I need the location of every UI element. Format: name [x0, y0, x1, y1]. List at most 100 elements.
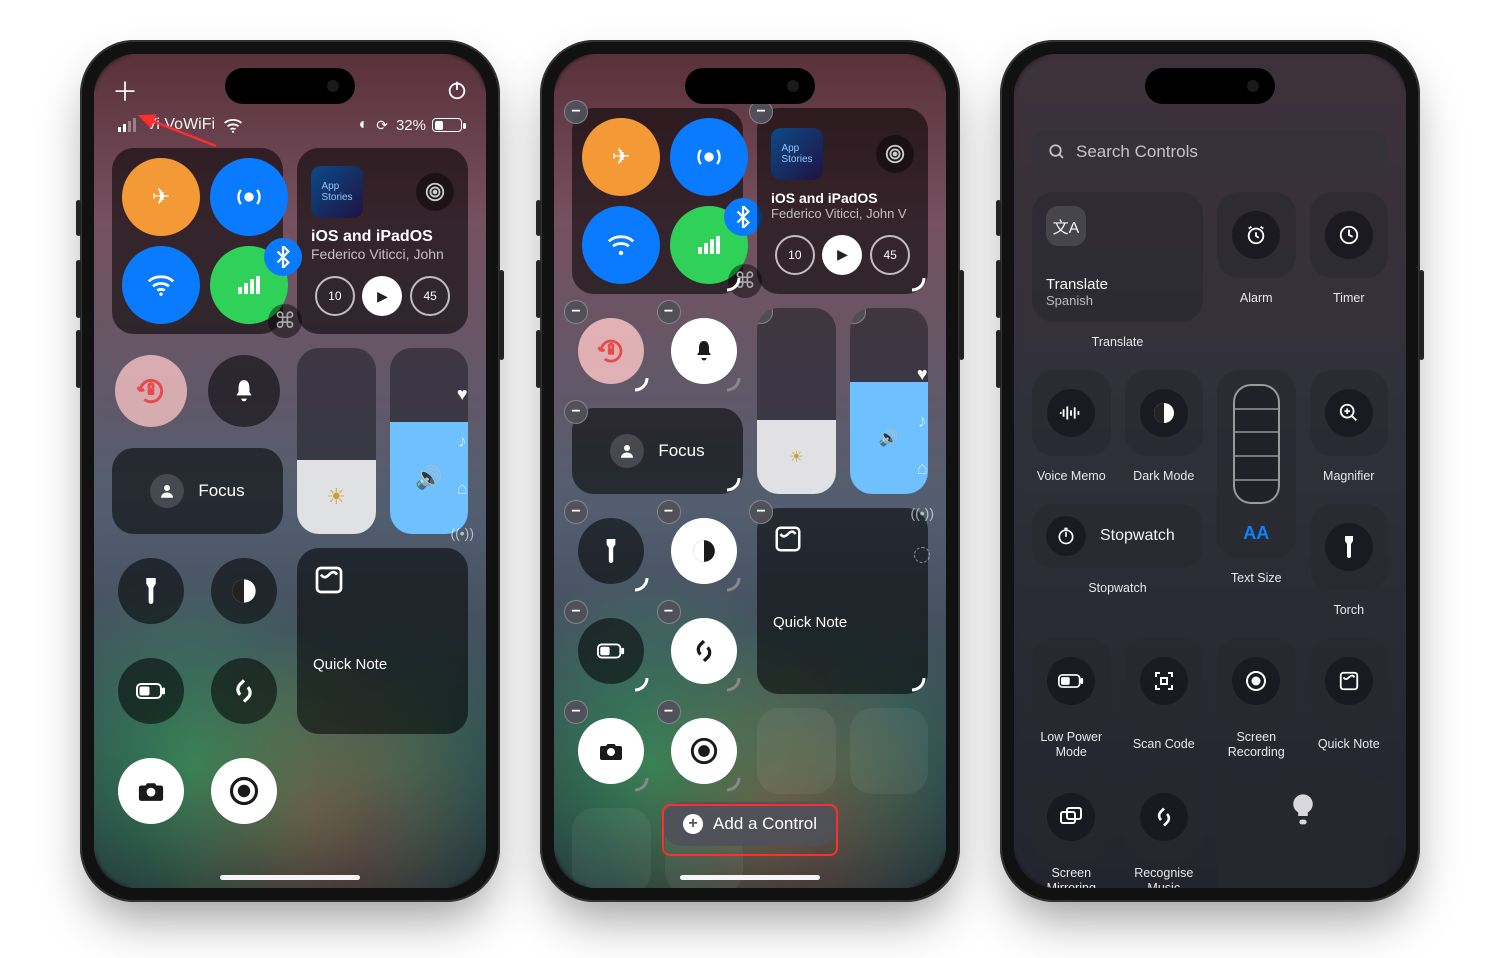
resize-handle[interactable] — [721, 572, 741, 592]
alarm-control[interactable] — [1217, 192, 1296, 278]
torch-control[interactable] — [1310, 504, 1389, 590]
resize-handle[interactable] — [721, 772, 741, 792]
play-button[interactable]: ▶ — [822, 235, 862, 275]
resize-handle[interactable] — [721, 372, 741, 392]
low-power-mode-button[interactable] — [118, 658, 184, 724]
airdrop-icon[interactable] — [670, 118, 748, 196]
dark-mode-button[interactable] — [211, 558, 277, 624]
shazam-button[interactable]: − — [671, 618, 737, 684]
timer-control[interactable] — [1310, 192, 1389, 278]
favorites-page-icon[interactable]: ♥ — [917, 364, 928, 385]
airplay-icon[interactable] — [416, 173, 454, 211]
stopwatch-widget[interactable]: Stopwatch — [1032, 504, 1203, 568]
screen-record-button[interactable]: − — [671, 718, 737, 784]
skip-forward-button[interactable]: 45 — [870, 235, 910, 275]
wifi-toggle-icon[interactable] — [582, 206, 660, 284]
quick-note-widget[interactable]: Quick Note — [297, 548, 468, 734]
low-power-mode-button[interactable]: − — [578, 618, 644, 684]
now-playing-module[interactable]: AppStories iOS and iPadOS Federico Vitic… — [297, 148, 468, 334]
play-button[interactable]: ▶ — [362, 276, 402, 316]
now-playing-module[interactable]: − AppStories iOS and iPadOS Federico Vit… — [757, 108, 928, 294]
screen-recording-control[interactable] — [1217, 638, 1296, 724]
camera-button[interactable] — [118, 758, 184, 824]
focus-button[interactable]: Focus — [112, 448, 283, 534]
screen-mirroring-control[interactable] — [1032, 774, 1111, 860]
remove-badge[interactable]: − — [749, 500, 773, 524]
text-size-control[interactable]: AA — [1217, 370, 1296, 558]
resize-handle[interactable] — [721, 672, 741, 692]
home-indicator[interactable] — [680, 875, 820, 880]
resize-handle[interactable] — [721, 272, 741, 292]
remove-badge[interactable]: − — [564, 400, 588, 424]
low-power-control[interactable] — [1032, 638, 1111, 724]
voice-memo-control[interactable] — [1032, 370, 1111, 456]
skip-back-button[interactable]: 10 — [315, 276, 355, 316]
remove-badge[interactable]: − — [657, 300, 681, 324]
resize-handle[interactable] — [721, 472, 741, 492]
quick-note-widget[interactable]: − Quick Note — [757, 508, 928, 694]
home-page-icon[interactable]: ⌂ — [457, 478, 468, 499]
add-control-button[interactable]: + Add a Control — [661, 802, 839, 846]
orientation-lock-button[interactable] — [115, 355, 187, 427]
power-icon[interactable] — [446, 79, 468, 101]
remove-badge[interactable]: − — [564, 700, 588, 724]
dark-mode-control[interactable] — [1125, 370, 1204, 456]
recognise-music-control[interactable] — [1125, 774, 1204, 860]
screen-record-button[interactable] — [211, 758, 277, 824]
skip-back-button[interactable]: 10 — [775, 235, 815, 275]
resize-handle[interactable] — [629, 372, 649, 392]
resize-handle[interactable] — [629, 572, 649, 592]
music-page-icon[interactable]: ♪ — [918, 411, 927, 432]
remove-badge[interactable]: − — [564, 500, 588, 524]
music-page-icon[interactable]: ♪ — [458, 431, 467, 452]
remove-badge[interactable]: − — [657, 500, 681, 524]
empty-slot[interactable] — [757, 708, 836, 794]
magnifier-control[interactable] — [1310, 370, 1389, 456]
airplane-mode-icon[interactable]: ✈︎ — [582, 118, 660, 196]
page-indicator[interactable]: ♥ ♪ ⌂ ((•)) — [910, 364, 934, 563]
torch-button[interactable]: − — [578, 518, 644, 584]
add-control-plus-icon[interactable]: ＋ — [112, 72, 138, 109]
home-scene-widget[interactable]: Scene or Accessory — [1217, 774, 1388, 888]
focus-button[interactable]: − Focus — [572, 408, 743, 494]
bluetooth-icon[interactable] — [264, 238, 302, 276]
add-page-icon[interactable] — [914, 547, 930, 563]
resize-handle[interactable] — [629, 672, 649, 692]
remove-badge[interactable]: − — [850, 308, 866, 324]
silent-mode-button[interactable]: − — [671, 318, 737, 384]
size-slider[interactable] — [1233, 384, 1280, 504]
remove-badge[interactable]: − — [657, 600, 681, 624]
translate-widget[interactable]: 文A Translate Spanish — [1032, 192, 1203, 322]
connectivity-page-icon[interactable]: ((•)) — [910, 505, 934, 521]
torch-button[interactable] — [118, 558, 184, 624]
page-indicator[interactable]: ♥ ♪ ⌂ ((•)) — [450, 384, 474, 541]
empty-slot[interactable] — [850, 708, 929, 794]
wifi-toggle-icon[interactable] — [122, 246, 200, 324]
airplay-icon[interactable] — [876, 135, 914, 173]
brightness-slider[interactable]: ☀︎ — [297, 348, 376, 534]
orientation-lock-button[interactable]: − — [578, 318, 644, 384]
connectivity-page-icon[interactable]: ((•)) — [450, 525, 474, 541]
airdrop-icon[interactable] — [210, 158, 288, 236]
skip-forward-button[interactable]: 45 — [410, 276, 450, 316]
empty-slot[interactable] — [572, 808, 651, 888]
brightness-slider[interactable]: − ☀︎ — [757, 308, 836, 494]
home-indicator[interactable] — [220, 875, 360, 880]
dark-mode-button[interactable]: − — [671, 518, 737, 584]
remove-badge[interactable]: − — [564, 600, 588, 624]
connectivity-module[interactable]: − ✈︎ ⌘ — [572, 108, 743, 294]
shazam-button[interactable] — [211, 658, 277, 724]
silent-mode-button[interactable] — [208, 355, 280, 427]
resize-handle[interactable] — [629, 772, 649, 792]
camera-button[interactable]: − — [578, 718, 644, 784]
remove-badge[interactable]: − — [757, 308, 773, 324]
scan-code-control[interactable] — [1125, 638, 1204, 724]
home-page-icon[interactable]: ⌂ — [917, 458, 928, 479]
search-input[interactable]: Search Controls — [1032, 130, 1388, 174]
airplane-mode-icon[interactable]: ✈︎ — [122, 158, 200, 236]
remove-badge[interactable]: − — [564, 100, 588, 124]
remove-badge[interactable]: − — [657, 700, 681, 724]
resize-handle[interactable] — [906, 672, 926, 692]
remove-badge[interactable]: − — [564, 300, 588, 324]
favorites-page-icon[interactable]: ♥ — [457, 384, 468, 405]
